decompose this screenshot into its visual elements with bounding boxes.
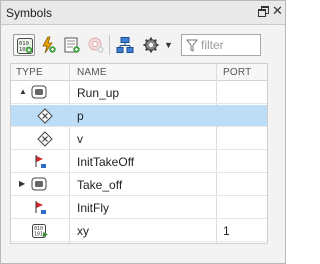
settings-dropdown-button[interactable]: ▼	[139, 34, 177, 56]
event-flag-icon	[35, 201, 46, 214]
symbol-port: 1	[223, 224, 230, 238]
symbols-table: TYPE NAME PORT ▲ Run_up p v InitTakeOff …	[10, 63, 268, 244]
add-data-icon	[64, 37, 80, 53]
table-row[interactable]: ▶ Take_off	[11, 174, 267, 196]
svg-text:101: 101	[34, 232, 43, 238]
symbols-toolbar: 010 101 ▼ filter	[1, 26, 285, 62]
filter-input[interactable]	[201, 37, 259, 53]
symbol-name: Run_up	[77, 86, 120, 100]
filter-icon	[186, 39, 198, 52]
local-data-icon	[37, 131, 53, 147]
resolve-undefined-symbols-button[interactable]: 010 101	[13, 34, 35, 56]
panel-title: Symbols	[6, 6, 53, 20]
symbol-name: InitFly	[77, 201, 110, 215]
state-icon	[31, 177, 47, 191]
expand-icon[interactable]: ▶	[19, 179, 25, 188]
table-row[interactable]: p	[11, 105, 267, 127]
undock-icon[interactable]	[258, 6, 270, 18]
table-row[interactable]: InitTakeOff	[11, 151, 267, 173]
input-data-icon: 010 101	[32, 224, 48, 238]
add-event-icon	[42, 36, 56, 54]
symbols-panel: Symbols ✕ 010 101 ▼ filter TYPE NAME POR…	[0, 0, 286, 264]
table-row[interactable]: 010 101 xy 1	[11, 220, 267, 242]
symbol-name: p	[77, 109, 84, 123]
chevron-down-icon: ▼	[164, 40, 173, 50]
symbol-name: InitTakeOff	[77, 155, 135, 169]
column-header-name[interactable]: NAME	[77, 67, 107, 78]
table-row[interactable]: InitFly	[11, 197, 267, 219]
panel-title-bar: Symbols ✕	[1, 1, 285, 25]
table-header: TYPE NAME PORT	[11, 64, 267, 81]
symbol-name: xy	[77, 224, 89, 238]
state-icon	[31, 85, 47, 99]
hierarchy-icon	[116, 37, 134, 53]
filter-box[interactable]	[181, 34, 261, 56]
hierarchy-view-button[interactable]	[114, 34, 136, 56]
resolve-symbols-icon: 010 101	[17, 38, 33, 54]
gear-icon	[143, 37, 159, 53]
add-data-button[interactable]	[61, 34, 83, 56]
add-message-icon	[88, 37, 104, 53]
add-event-button[interactable]	[37, 34, 59, 56]
symbol-name: Take_off	[77, 178, 123, 192]
table-row[interactable]: v	[11, 128, 267, 150]
column-header-type[interactable]: TYPE	[16, 67, 43, 78]
symbol-name: v	[77, 132, 83, 146]
collapse-icon[interactable]: ▲	[19, 87, 27, 96]
event-flag-icon	[35, 155, 46, 168]
local-data-icon	[37, 108, 53, 124]
column-header-port[interactable]: PORT	[223, 67, 251, 78]
close-icon[interactable]: ✕	[272, 4, 284, 17]
table-row[interactable]: ▲ Run_up	[11, 82, 267, 104]
toolbar-separator	[109, 35, 110, 55]
add-message-button[interactable]	[85, 34, 107, 56]
